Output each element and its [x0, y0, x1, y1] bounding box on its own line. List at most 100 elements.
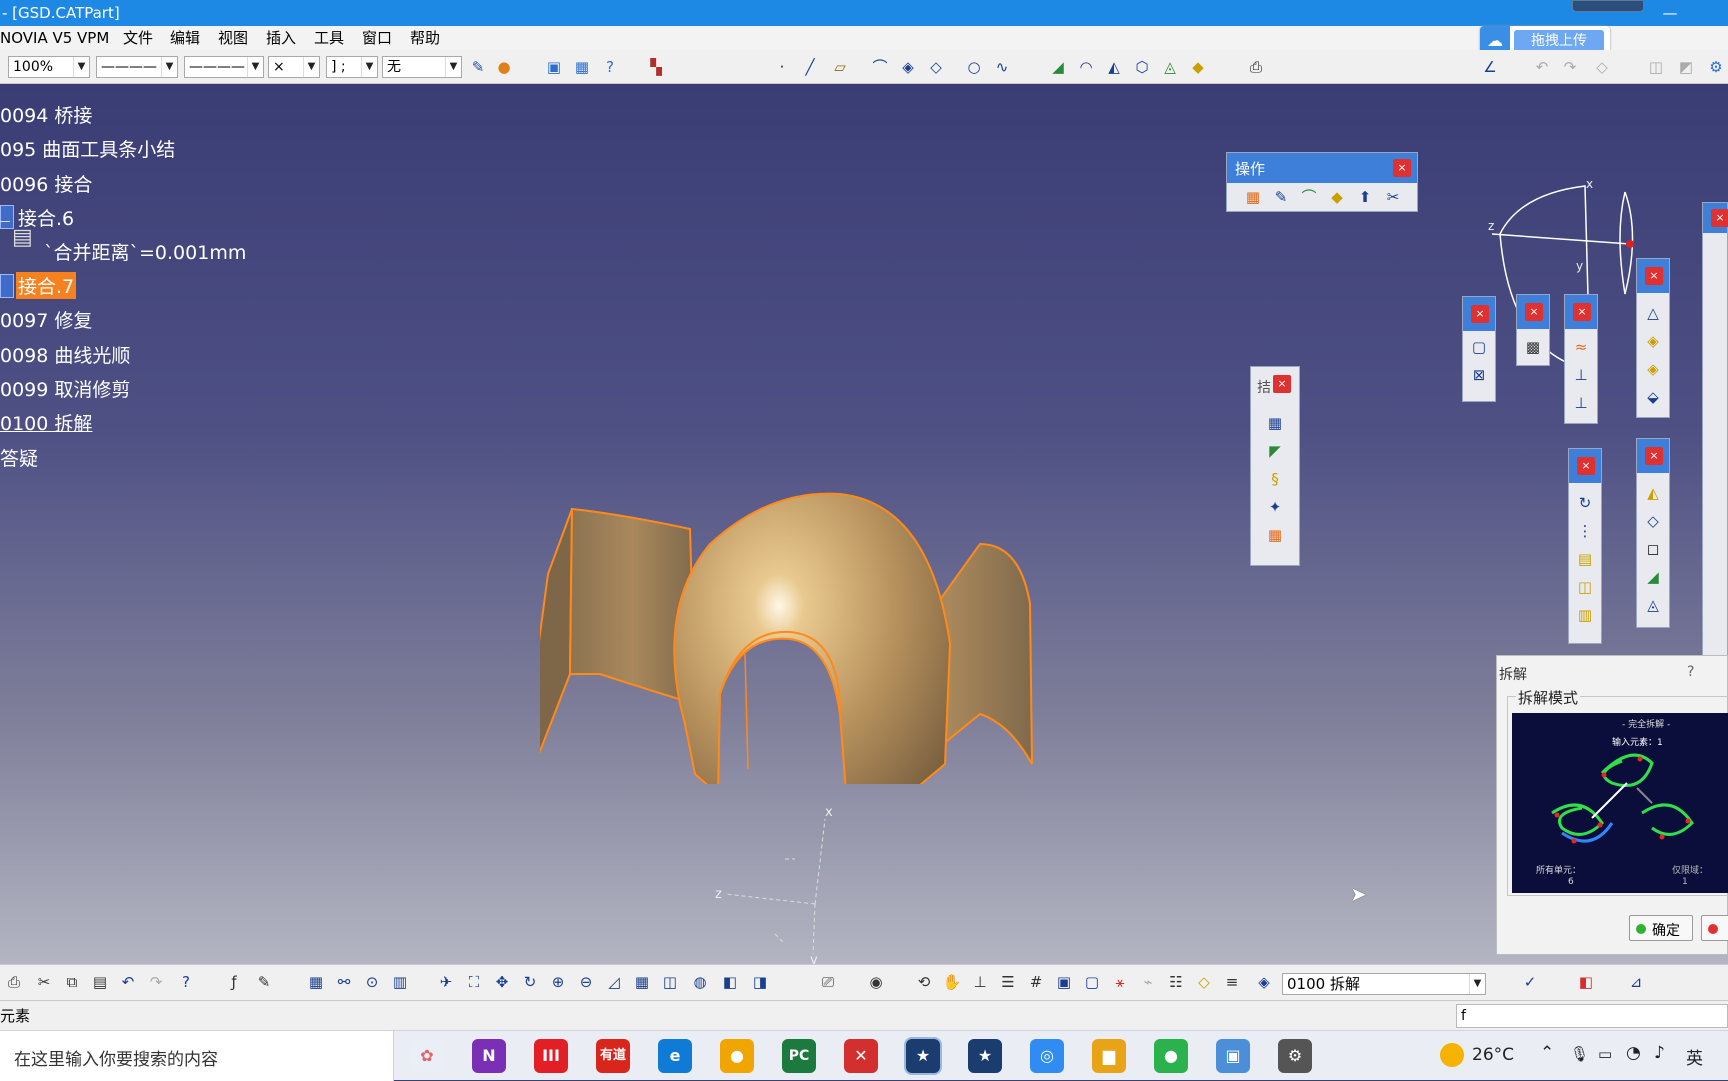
- help-icon[interactable]: ?: [176, 973, 196, 991]
- constraint-icon[interactable]: ⚹: [1110, 973, 1130, 991]
- mode-preview[interactable]: - 完全拆解 - 输入元素：1 所有单元： 6 仅限域： 1: [1512, 713, 1728, 893]
- help-button[interactable]: ?: [1687, 664, 1694, 680]
- microphone-icon[interactable]: 🎙: [1570, 1045, 1589, 1063]
- tree-item[interactable]: 0098 曲线光顺: [0, 341, 130, 368]
- stack2-icon[interactable]: ⊥: [1571, 393, 1591, 413]
- op-e-icon[interactable]: ▥: [1575, 605, 1595, 625]
- point-icon[interactable]: ·: [772, 58, 792, 76]
- mini-toolbar-e[interactable]: × ↻ ⋮ ▤ ◫ ▥: [1568, 448, 1602, 644]
- line-icon[interactable]: ╱: [800, 58, 820, 76]
- print-icon[interactable]: ⎙: [4, 973, 24, 991]
- formula-icon[interactable]: ƒ: [224, 973, 244, 991]
- close-icon[interactable]: ×: [1645, 447, 1663, 465]
- swap-icon[interactable]: ◨: [750, 973, 770, 991]
- pattern-tool-icon[interactable]: ▦: [1265, 525, 1285, 545]
- command-input[interactable]: f: [1456, 1004, 1728, 1028]
- annotation-icon[interactable]: ⎙: [1246, 58, 1266, 76]
- close-icon[interactable]: ×: [1711, 209, 1728, 227]
- op-f-icon[interactable]: ◭: [1643, 483, 1663, 503]
- cancel-button[interactable]: [1701, 915, 1728, 941]
- circle-icon[interactable]: ○: [964, 58, 984, 76]
- disassemble-dialog[interactable]: 拆解 ? 拆解模式 - 完全拆解 - 输入元素：1 所有单元： 6 仅限域： 1…: [1496, 655, 1728, 955]
- erase-icon[interactable]: ◇: [1592, 58, 1612, 76]
- measure-icon[interactable]: ∠: [1480, 58, 1500, 76]
- blend-icon[interactable]: ◭: [1104, 58, 1124, 76]
- analysis-icon[interactable]: ⊿: [1626, 973, 1646, 991]
- transform-tool-icon[interactable]: ✦: [1265, 497, 1285, 517]
- untrim-icon[interactable]: ◆: [1327, 187, 1347, 207]
- op-g-icon[interactable]: ◇: [1643, 511, 1663, 531]
- close-button[interactable]: ×: [1393, 159, 1411, 177]
- tree-item[interactable]: 0096 接合: [0, 170, 92, 197]
- line-weight-combo[interactable]: ———— ▼: [184, 56, 264, 78]
- whats-this-icon[interactable]: ?: [600, 58, 620, 76]
- cube-icon[interactable]: ▢: [1469, 337, 1489, 357]
- list-icon[interactable]: ≡: [1222, 973, 1242, 991]
- shading-icon[interactable]: ◍: [690, 973, 710, 991]
- spell-icon[interactable]: ✓: [1520, 973, 1540, 991]
- shape-b-icon[interactable]: ◈: [1643, 331, 1663, 351]
- properties-icon[interactable]: ●: [494, 58, 514, 76]
- hand-icon[interactable]: ✋: [942, 973, 962, 991]
- fly-icon[interactable]: ✈: [436, 973, 456, 991]
- axis-icon[interactable]: ⊥: [970, 973, 990, 991]
- cut-icon[interactable]: ✂: [34, 973, 54, 991]
- ime-indicator[interactable]: 英: [1686, 1044, 1703, 1069]
- healing-icon[interactable]: ✎: [1271, 187, 1291, 207]
- line-type-combo[interactable]: ———— ▼: [96, 56, 178, 78]
- snap-icon[interactable]: ⌁: [1138, 973, 1158, 991]
- shape-d-icon[interactable]: ⬙: [1643, 387, 1663, 407]
- spline-icon[interactable]: ∿: [992, 58, 1012, 76]
- compass[interactable]: x z y: [1480, 174, 1640, 384]
- lock-icon[interactable]: ⊙: [362, 973, 382, 991]
- fit-all-icon[interactable]: ⛶: [464, 973, 484, 991]
- mini-toolbar-b[interactable]: × ▩: [1516, 294, 1550, 366]
- sweep-icon[interactable]: ◇: [926, 58, 946, 76]
- taskbar-app-xmind[interactable]: ✕: [844, 1039, 878, 1073]
- tree-item-selected[interactable]: 接合.7: [16, 272, 77, 299]
- taskbar-app-wechat[interactable]: ●: [1154, 1039, 1188, 1073]
- taskbar-app-pycharm[interactable]: PC: [782, 1039, 816, 1073]
- tree-item[interactable]: 答疑: [0, 444, 38, 471]
- stack-icon[interactable]: ⊥: [1571, 365, 1591, 385]
- taskbar-app-catia-active[interactable]: ★: [906, 1039, 940, 1073]
- taskbar-app-monitor[interactable]: ▣: [1216, 1039, 1250, 1073]
- layers-icon[interactable]: ☷: [1166, 973, 1186, 991]
- tree-item[interactable]: 0100 拆解: [0, 409, 92, 436]
- taskbar-app-explorer[interactable]: ▆: [1092, 1039, 1126, 1073]
- split-view-icon[interactable]: ▥: [390, 973, 410, 991]
- taskbar-search-box[interactable]: 在这里输入你要搜索的内容: [0, 1031, 394, 1081]
- taskbar-app-audio[interactable]: III: [534, 1039, 568, 1073]
- close-icon[interactable]: ×: [1525, 303, 1543, 321]
- surface-tool-icon[interactable]: ◤: [1265, 441, 1285, 461]
- op-a-icon[interactable]: ↻: [1575, 493, 1595, 513]
- taskbar-app-youdao[interactable]: 有道: [596, 1039, 630, 1073]
- normal-view-icon[interactable]: ◿: [604, 973, 624, 991]
- mini-toolbar-f[interactable]: × ◭ ◇ ◻ ◢ ◬: [1636, 438, 1670, 628]
- plane-icon[interactable]: ▱: [830, 58, 850, 76]
- battery-icon[interactable]: ▭: [1598, 1045, 1612, 1063]
- extrude-icon[interactable]: ⌒: [870, 58, 890, 76]
- tree-item[interactable]: 0097 修复: [0, 306, 92, 333]
- taskbar-app-baidu[interactable]: ◎: [1030, 1039, 1064, 1073]
- sketch-icon[interactable]: ▣: [544, 58, 564, 76]
- taskbar-app-catia-2[interactable]: ★: [968, 1039, 1002, 1073]
- table-icon[interactable]: ▦: [306, 973, 326, 991]
- op-d-icon[interactable]: ◫: [1575, 577, 1595, 597]
- workbench-combo[interactable]: 0100 拆解 ▼: [1282, 973, 1486, 995]
- view2-icon[interactable]: ◩: [1676, 58, 1696, 76]
- join-tool-icon[interactable]: ▦: [1243, 187, 1263, 207]
- close-icon[interactable]: ×: [1645, 267, 1663, 285]
- op-i-icon[interactable]: ◢: [1643, 567, 1663, 587]
- point-style-combo[interactable]: × ▼: [268, 56, 320, 78]
- boundary-icon[interactable]: ◬: [1160, 58, 1180, 76]
- menu-file[interactable]: 文件: [123, 26, 153, 50]
- disassemble-icon[interactable]: ⬆: [1355, 187, 1375, 207]
- view-icon[interactable]: ◫: [1646, 58, 1666, 76]
- fill-icon[interactable]: ◢: [1048, 58, 1068, 76]
- paint-icon[interactable]: ✎: [468, 58, 488, 76]
- capture-icon[interactable]: ⎚: [818, 973, 838, 991]
- op-c-icon[interactable]: ▤: [1575, 549, 1595, 569]
- operation-toolbar[interactable]: 操作 × ▦ ✎ ⌒ ◆ ⬆ ✂: [1226, 152, 1418, 212]
- menu-window[interactable]: 窗口: [362, 26, 392, 50]
